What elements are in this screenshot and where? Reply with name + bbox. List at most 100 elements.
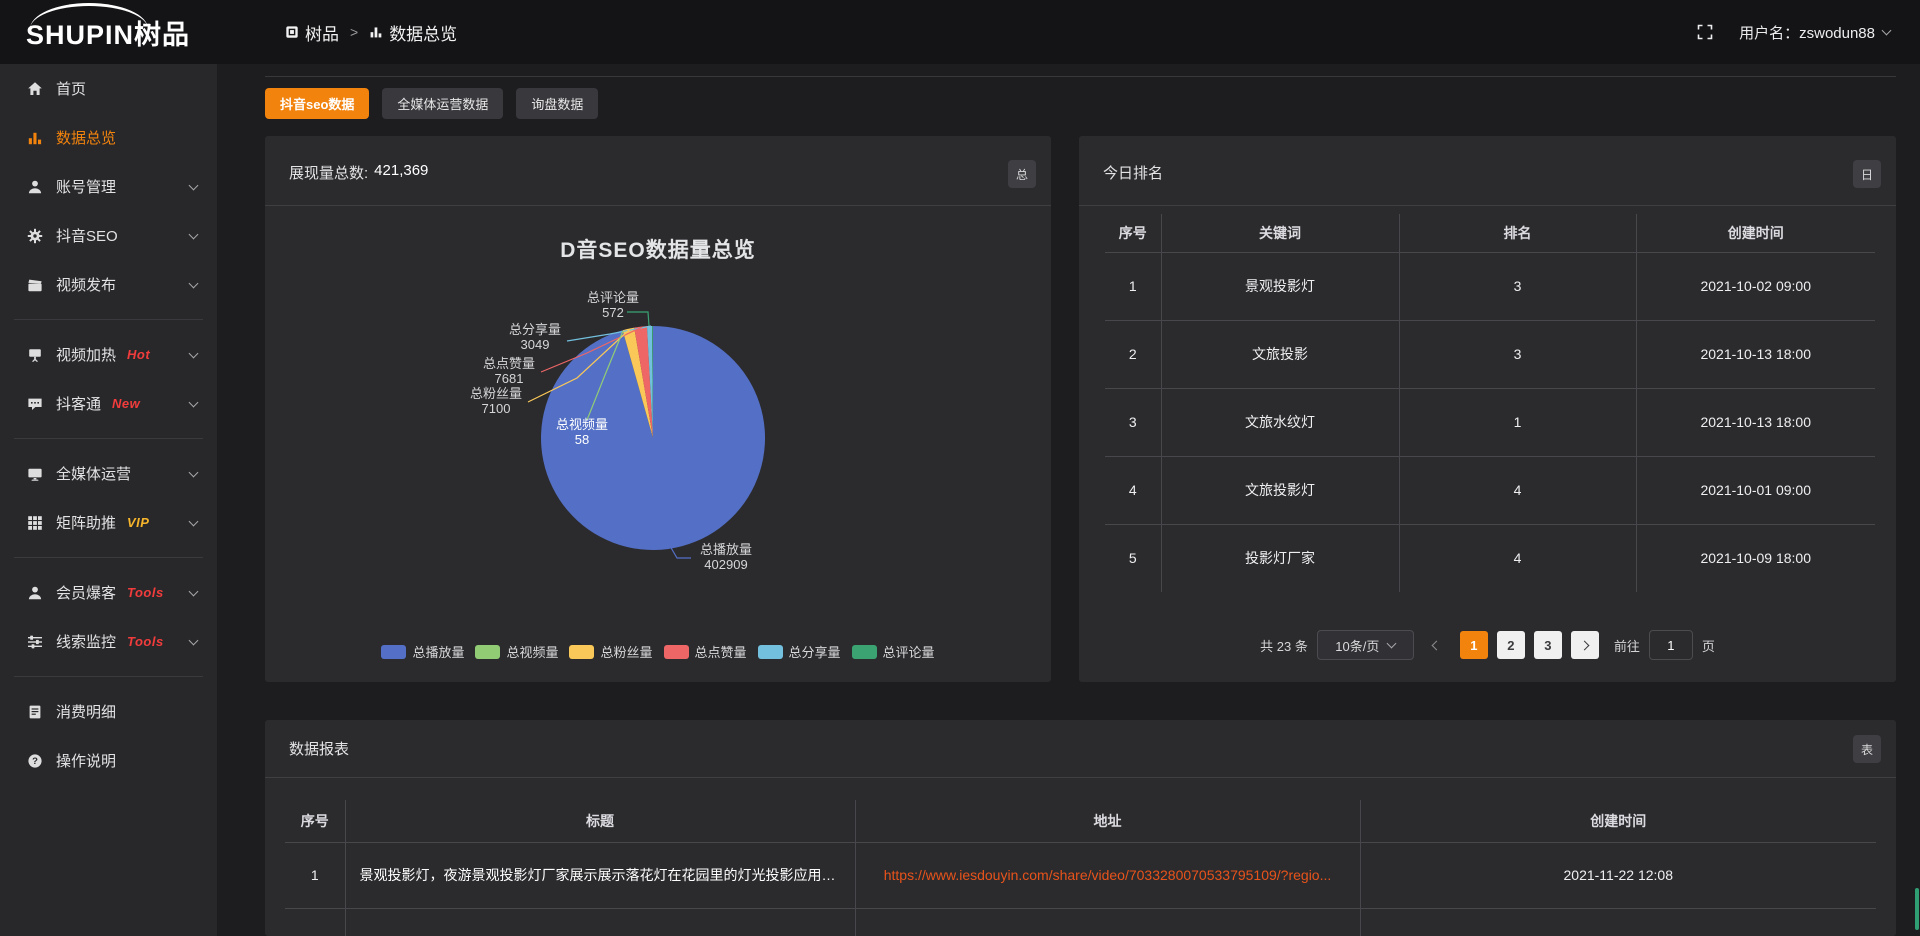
- sidebar-item-badge: Tools: [127, 634, 164, 649]
- legend-label: 总粉丝量: [600, 642, 652, 661]
- cell-url: https://www.iesdouyin.com/share/video/70…: [855, 842, 1360, 908]
- tab-全媒体运营数据[interactable]: 全媒体运营数据: [382, 88, 503, 119]
- legend-item-总视频量[interactable]: 总视频量: [475, 642, 558, 661]
- scrollbar-thumb[interactable]: [1915, 888, 1919, 930]
- cell-title: 景观投影灯，夜游景观投影灯厂家展示展示落花灯在花园里的灯光投影应用效果 #...: [345, 842, 855, 908]
- next-page-button[interactable]: [1571, 631, 1599, 659]
- report-table-head: 序号标题地址创建时间: [285, 800, 1876, 842]
- tab-抖音seo数据[interactable]: 抖音seo数据: [265, 88, 369, 119]
- sidebar-item-首页[interactable]: 首页: [0, 64, 217, 113]
- prev-page-button[interactable]: [1423, 631, 1451, 659]
- column-header: 关键词: [1161, 214, 1399, 252]
- sidebar-item-视频发布[interactable]: 视频发布: [0, 260, 217, 309]
- goto-unit: 页: [1702, 636, 1715, 655]
- table-cell: 3: [1105, 388, 1161, 456]
- legend-label: 总评论量: [883, 642, 935, 661]
- legend-label: 总视频量: [506, 642, 558, 661]
- sidebar-item-label: 全媒体运营: [56, 463, 131, 484]
- page-button-1[interactable]: 1: [1460, 631, 1488, 659]
- table-cell: 2021-10-09 18:00: [1636, 524, 1875, 592]
- table-header-row: 序号标题地址创建时间: [285, 800, 1876, 842]
- table-row[interactable]: 2文旅投影32021-10-13 18:00: [1105, 320, 1875, 388]
- table-cell: 景观投影灯: [1161, 252, 1399, 320]
- report-corner-badge[interactable]: 表: [1853, 735, 1881, 763]
- fullscreen-icon[interactable]: [1697, 24, 1713, 40]
- breadcrumb: 树品>数据总览: [285, 20, 457, 45]
- sidebar-item-矩阵助推[interactable]: 矩阵助推VIP: [0, 498, 217, 547]
- report-panel: 数据报表 表 序号标题地址创建时间 1景观投影灯，夜游景观投影灯厂家展示展示落花…: [265, 720, 1896, 936]
- svg-text:?: ?: [32, 756, 38, 767]
- legend-item-总粉丝量[interactable]: 总粉丝量: [569, 642, 652, 661]
- goto-page-input[interactable]: [1649, 630, 1693, 660]
- table-row-partial: [285, 908, 1876, 936]
- column-header: 排名: [1399, 214, 1636, 252]
- sidebar-item-label: 线索监控: [56, 631, 116, 652]
- chevron-right-icon: [1580, 640, 1590, 650]
- table-cell: 3: [1399, 252, 1636, 320]
- sidebar-item-数据总览[interactable]: 数据总览: [0, 113, 217, 162]
- legend-item-总点赞量[interactable]: 总点赞量: [664, 642, 747, 661]
- table-cell: 5: [1105, 524, 1161, 592]
- cell-time: 2021-11-22 12:08: [1360, 842, 1876, 908]
- user-menu[interactable]: 用户名：zswodun88: [1739, 22, 1890, 43]
- app-icon: [285, 25, 299, 39]
- sidebar-item-账号管理[interactable]: 账号管理: [0, 162, 217, 211]
- table-cell: 2021-10-02 09:00: [1636, 252, 1875, 320]
- page-size-select[interactable]: 10条/页: [1317, 630, 1414, 660]
- logo-arc: [30, 3, 148, 29]
- chevron-down-icon: [1387, 638, 1397, 648]
- table-cell: 文旅投影灯: [1161, 456, 1399, 524]
- column-header: 序号: [285, 800, 345, 842]
- table-cell: 4: [1399, 524, 1636, 592]
- table-cell: 1: [1399, 388, 1636, 456]
- table-row[interactable]: 5投影灯厂家42021-10-09 18:00: [1105, 524, 1875, 592]
- table-row[interactable]: 4文旅投影灯42021-10-01 09:00: [1105, 456, 1875, 524]
- grid-icon: [27, 515, 43, 531]
- pie-label-likes: 总点赞量 7681: [466, 356, 552, 386]
- monitor-icon: [27, 466, 43, 482]
- clapper-icon: [27, 277, 43, 293]
- chart-legend: 总播放量 总视频量 总粉丝量总点赞量 总分享量 总评论量: [265, 642, 1051, 661]
- table-row[interactable]: 1景观投影灯32021-10-02 09:00: [1105, 252, 1875, 320]
- chevron-down-icon: [189, 229, 199, 239]
- page-button-3[interactable]: 3: [1534, 631, 1562, 659]
- sidebar-item-抖音SEO[interactable]: 抖音SEO: [0, 211, 217, 260]
- question-icon: ?: [27, 753, 43, 769]
- table-row[interactable]: 3文旅水纹灯12021-10-13 18:00: [1105, 388, 1875, 456]
- legend-item-总分享量[interactable]: 总分享量: [758, 642, 841, 661]
- ranking-table-head: 序号关键词排名创建时间: [1105, 214, 1875, 252]
- chevron-down-icon: [189, 278, 199, 288]
- chevron-down-icon: [189, 635, 199, 645]
- sidebar-item-抖客通[interactable]: 抖客通New: [0, 379, 217, 428]
- sidebar-item-label: 会员爆客: [56, 582, 116, 603]
- tab-询盘数据[interactable]: 询盘数据: [516, 88, 598, 119]
- column-header: 创建时间: [1636, 214, 1875, 252]
- breadcrumb-item[interactable]: 数据总览: [369, 20, 457, 45]
- sidebar-item-label: 视频发布: [56, 274, 116, 295]
- legend-item-总评论量[interactable]: 总评论量: [852, 642, 935, 661]
- sidebar-item-全媒体运营[interactable]: 全媒体运营: [0, 449, 217, 498]
- sidebar-item-会员爆客[interactable]: 会员爆客Tools: [0, 568, 217, 617]
- ranking-corner-badge[interactable]: 日: [1853, 160, 1881, 188]
- sidebar-item-操作说明[interactable]: ?操作说明: [0, 736, 217, 785]
- report-link[interactable]: https://www.iesdouyin.com/share/video/70…: [884, 867, 1332, 883]
- sidebar-item-线索监控[interactable]: 线索监控 Tools: [0, 617, 217, 666]
- sidebar-item-视频加热[interactable]: 视频加热Hot: [0, 330, 217, 379]
- ranking-panel-header: 今日排名 日: [1079, 136, 1896, 206]
- table-cell: 2021-10-13 18:00: [1636, 388, 1875, 456]
- pie-chart[interactable]: [265, 136, 1051, 682]
- goto-label: 前往: [1614, 636, 1640, 655]
- breadcrumb-item[interactable]: 树品: [285, 20, 339, 45]
- pie-label-shares: 总分享量 3049: [492, 322, 578, 352]
- table-cell: 文旅水纹灯: [1161, 388, 1399, 456]
- table-header-row: 序号关键词排名创建时间: [1105, 214, 1875, 252]
- logo: SHUPIN树品: [0, 13, 217, 52]
- pagination: 共 23 条 10条/页 123 前往 页: [1079, 630, 1896, 660]
- top-header: SHUPIN树品 树品>数据总览 用户名：zswodun88: [0, 0, 1920, 64]
- sidebar-item-消费明细[interactable]: 消费明细: [0, 687, 217, 736]
- page-button-2[interactable]: 2: [1497, 631, 1525, 659]
- legend-item-总播放量[interactable]: 总播放量: [381, 642, 464, 661]
- page-buttons: 123: [1460, 631, 1562, 659]
- legend-label: 总分享量: [789, 642, 841, 661]
- table-row[interactable]: 1景观投影灯，夜游景观投影灯厂家展示展示落花灯在花园里的灯光投影应用效果 #..…: [285, 842, 1876, 908]
